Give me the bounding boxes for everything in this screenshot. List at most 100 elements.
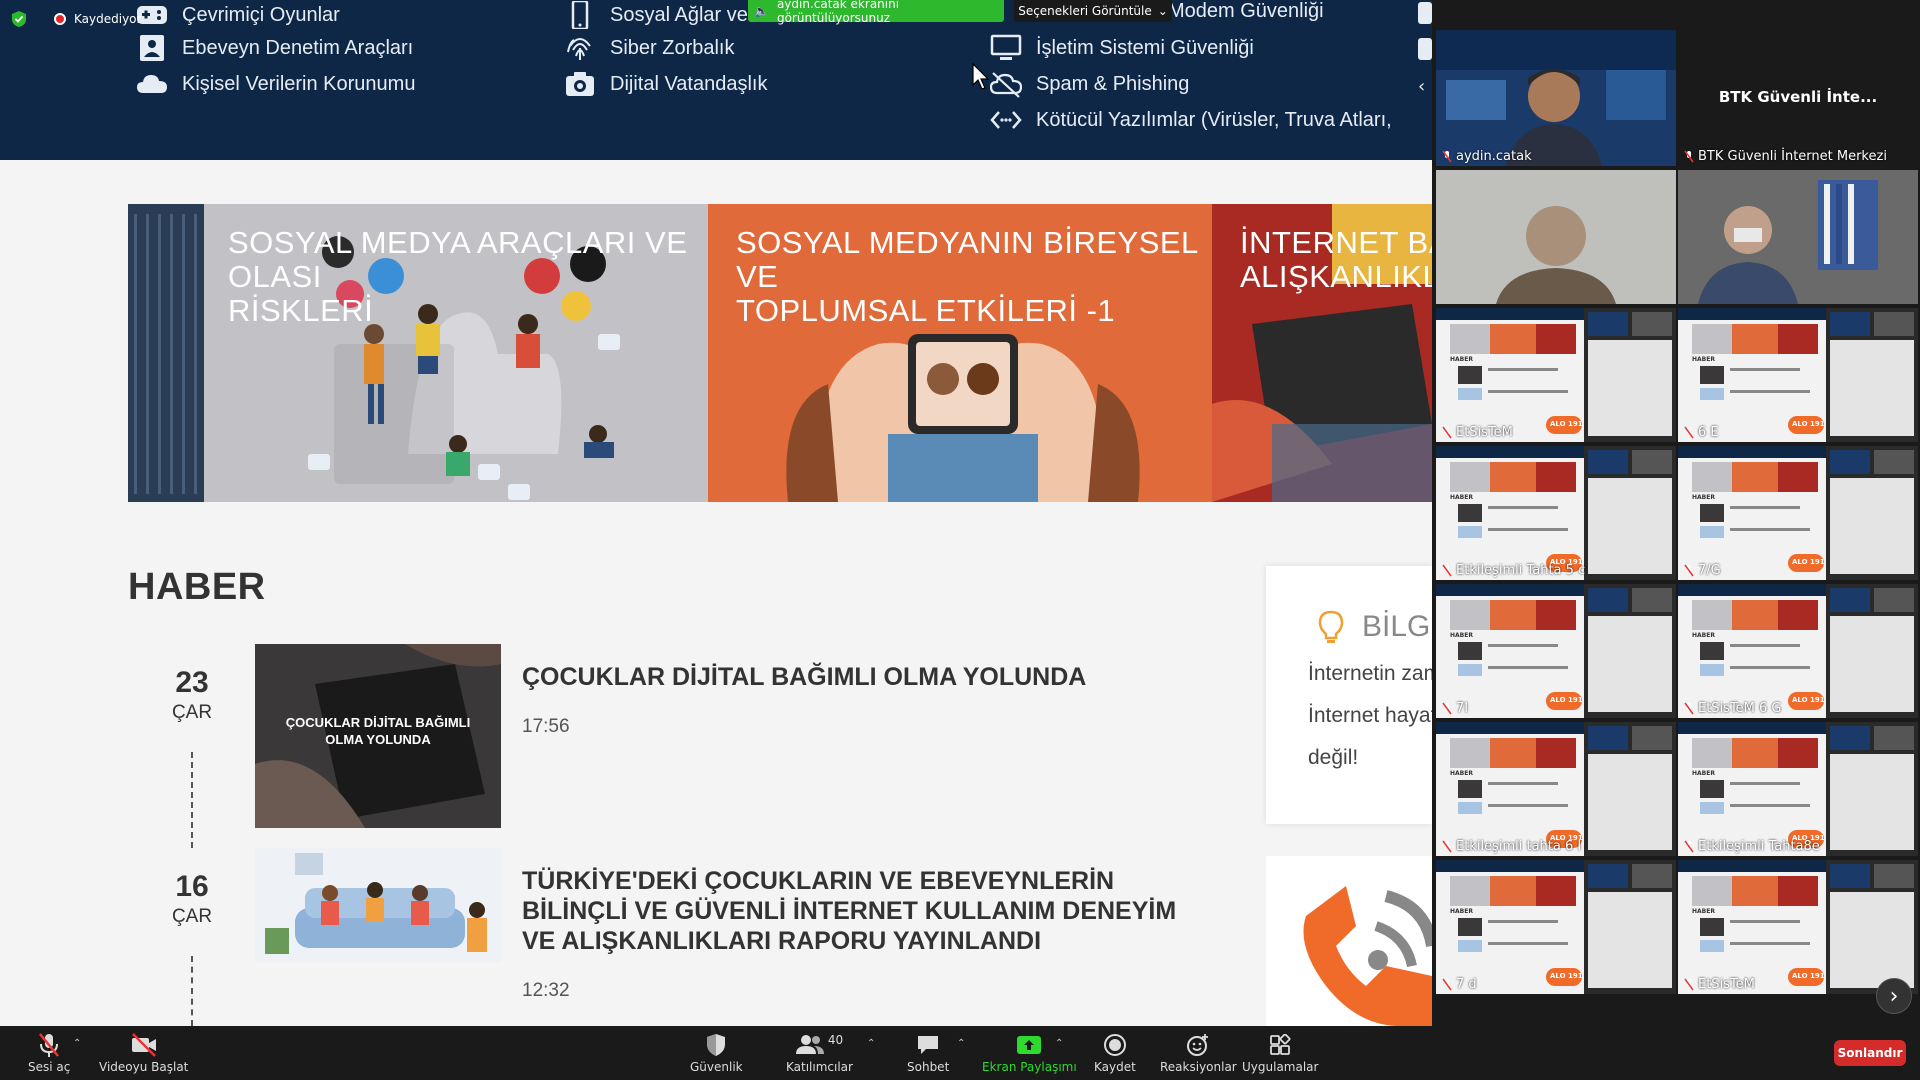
mini-helpline-label: ALO 191 [1550, 972, 1583, 980]
record-button[interactable]: Kaydet [1094, 1032, 1136, 1074]
view-options-button[interactable]: Seçenekleri Görüntüle ⌄ [1014, 0, 1172, 22]
mini-news-title: HABER [1450, 356, 1473, 363]
participant-tile-camera[interactable] [1678, 170, 1918, 304]
participant-tile-btk[interactable]: BTK Güvenli İnte... BTK Güvenli İnternet… [1678, 30, 1918, 166]
participant-tile[interactable]: HABER ALO 191 EtSisTeM [1678, 860, 1918, 994]
banner-social-media-tools[interactable]: SOSYAL MEDYA ARAÇLARI VE OLASI RİSKLERİ [128, 204, 708, 502]
end-meeting-label: Sonlandır [1837, 1046, 1903, 1060]
participant-tile[interactable]: HABER ALO 191 Etkileşimli tahta 6 I [1436, 722, 1676, 856]
audio-options-caret[interactable]: ⌃ [73, 1038, 81, 1049]
participant-name-text: 6 E [1698, 425, 1719, 440]
participant-name-text: Etkileşimli Tahta8e [1698, 839, 1820, 854]
nav-item-spam-phishing[interactable]: Spam & Phishing [988, 69, 1189, 99]
record-icon [1103, 1032, 1127, 1058]
participant-gallery: aydin.catak BTK Güvenli İnte... BTK Güve… [1432, 0, 1920, 1026]
nav-item-online-games[interactable]: Çevrimiçi Oyunlar [134, 0, 340, 30]
encryption-shield-icon [12, 11, 26, 27]
recording-label: Kaydediyor [74, 12, 142, 26]
nav-label: Ebeveyn Denetim Araçları [182, 36, 414, 59]
nav-label: Dijital Vatandaşlık [610, 72, 768, 95]
news-thumbnail[interactable] [255, 848, 501, 962]
mini-helpline-label: ALO 191 [1550, 696, 1583, 704]
participant-name: 7 d [1442, 977, 1477, 992]
participant-name-text: 7I [1456, 701, 1469, 716]
phone-signal-icon [1303, 886, 1432, 1026]
participant-name-text: EtSisTeM [1698, 977, 1755, 992]
participant-tile[interactable]: HABER ALO 191 7 d [1436, 860, 1676, 994]
meeting-toolbar: Sesi aç ⌃ Videoyu Başlat Güvenlik 40 Kat… [0, 1026, 1920, 1080]
participant-tile[interactable]: HABER ALO 191 7/G [1678, 446, 1918, 580]
participant-tile-camera[interactable] [1436, 170, 1676, 304]
banner-title-line: SOSYAL MEDYANIN BİREYSEL VE [736, 225, 1198, 294]
participant-tile[interactable]: HABER ALO 191 7I [1436, 584, 1676, 718]
news-weekday: ÇAR [171, 906, 213, 927]
news-section-title: HABER [128, 566, 266, 608]
reactions-label: Reaksiyonlar [1160, 1060, 1237, 1074]
start-video-button[interactable]: Videoyu Başlat [99, 1032, 188, 1074]
mic-off-icon [1684, 702, 1694, 715]
participant-tile[interactable]: HABER ALO 191 EtSisTeM 6 G [1678, 584, 1918, 718]
mic-off-icon [1442, 840, 1452, 853]
participant-name: Etkileşimli tahta 6 I [1442, 839, 1581, 854]
security-button[interactable]: Güvenlik [690, 1032, 743, 1074]
participant-tile[interactable]: HABER ALO 191 Etkileşimli Tahta 5 c [1436, 446, 1676, 580]
participant-tile[interactable]: HABER ALO 191 Etkileşimli Tahta8e [1678, 722, 1918, 856]
mini-news-title: HABER [1692, 494, 1715, 501]
participant-tile-host[interactable]: aydin.catak [1436, 30, 1676, 166]
chat-button[interactable]: Sohbet [907, 1032, 949, 1074]
security-shield-icon [705, 1032, 727, 1058]
mini-news-title: HABER [1450, 494, 1473, 501]
chat-options-caret[interactable]: ⌃ [957, 1038, 965, 1049]
participants-options-caret[interactable]: ⌃ [867, 1038, 875, 1049]
speaker-icon: 🔈 [754, 4, 769, 18]
nav-item-malware[interactable]: Kötücül Yazılımlar (Virüsler, Truva Atla… [988, 105, 1392, 135]
banner-title-line: ALIŞKANLIKLAR [1240, 259, 1432, 294]
participant-name: BTK Güvenli İnternet Merkezi [1684, 149, 1887, 164]
news-headline[interactable]: TÜRKİYE'DEKİ ÇOCUKLARIN VE EBEVEYNLERİN … [522, 866, 1202, 956]
nav-item-digital-citizenship[interactable]: Dijital Vatandaşlık [562, 69, 767, 99]
record-label: Kaydet [1094, 1060, 1136, 1074]
gallery-next-page-button[interactable]: › [1876, 978, 1912, 1014]
video-feed [1678, 170, 1918, 304]
banner-social-media-effects[interactable]: SOSYAL MEDYANIN BİREYSEL VE TOPLUMSAL ET… [708, 204, 1212, 502]
participant-name: 7I [1442, 701, 1468, 716]
screen-share-banner: 🔈 aydin.catak ekranını görüntülüyorsunuz [748, 0, 1004, 25]
nav-item-personal-data[interactable]: Kişisel Verilerin Korunumu [134, 69, 415, 99]
share-screen-icon [1016, 1032, 1042, 1058]
smartphone-icon [562, 0, 598, 30]
mic-off-icon [1442, 150, 1452, 163]
nav-item-parental-controls[interactable]: Ebeveyn Denetim Araçları [134, 33, 413, 63]
apps-button[interactable]: Uygulamalar [1242, 1032, 1318, 1074]
banner-internet-addiction[interactable]: İNTERNET BAĞI ALIŞKANLIKLAR [1212, 204, 1432, 502]
participant-name: 6 E [1684, 425, 1719, 440]
nav-label: Çevrimiçi Oyunlar [182, 3, 340, 26]
helpline-card[interactable] [1266, 856, 1432, 1026]
mic-off-icon [1684, 840, 1694, 853]
participants-count: 40 [827, 1033, 844, 1047]
participant-name-text: EtSisTeM 6 G [1698, 701, 1782, 716]
unmute-label: Sesi aç [28, 1060, 71, 1074]
end-meeting-button[interactable]: Sonlandır [1834, 1040, 1906, 1066]
banner-title-line: TOPLUMSAL ETKİLERİ -1 [736, 293, 1116, 328]
news-time: 17:56 [522, 716, 570, 737]
participant-tile[interactable]: HABER ALO 191 6 E [1678, 308, 1918, 442]
nav-item-social-networks[interactable]: Sosyal Ağlar ve M [562, 0, 770, 30]
share-options-caret[interactable]: ⌃ [1055, 1038, 1063, 1049]
participant-tile[interactable]: HABER ALO 191 EtSisTeM [1436, 308, 1676, 442]
share-screen-label: Ekran Paylaşımı [982, 1060, 1077, 1074]
reactions-button[interactable]: Reaksiyonlar [1160, 1032, 1237, 1074]
parent-child-icon [134, 33, 170, 63]
unmute-button[interactable]: Sesi aç [28, 1032, 70, 1074]
participants-icon: 40 [795, 1032, 844, 1058]
mini-news-title: HABER [1450, 632, 1473, 639]
chat-bubble-icon [916, 1032, 940, 1058]
nav-item-os-security[interactable]: İşletim Sistemi Güvenliği [988, 33, 1254, 63]
participants-button[interactable]: 40 Katılımcılar [786, 1032, 853, 1074]
participant-name-text: Etkileşimli Tahta 5 c [1456, 563, 1586, 578]
news-thumbnail[interactable]: ÇOCUKLAR DİJİTAL BAĞIMLI OLMA YOLUNDA [255, 644, 501, 828]
mini-helpline-label: ALO 191 [1792, 696, 1825, 704]
nav-item-cyberbullying[interactable]: Siber Zorbalık [562, 33, 735, 63]
chevron-left-icon[interactable]: ‹ [1418, 76, 1425, 97]
news-headline[interactable]: ÇOCUKLAR DİJİTAL BAĞIMLI OLMA YOLUNDA [522, 662, 1202, 692]
nav-edge-icon [1418, 38, 1432, 60]
